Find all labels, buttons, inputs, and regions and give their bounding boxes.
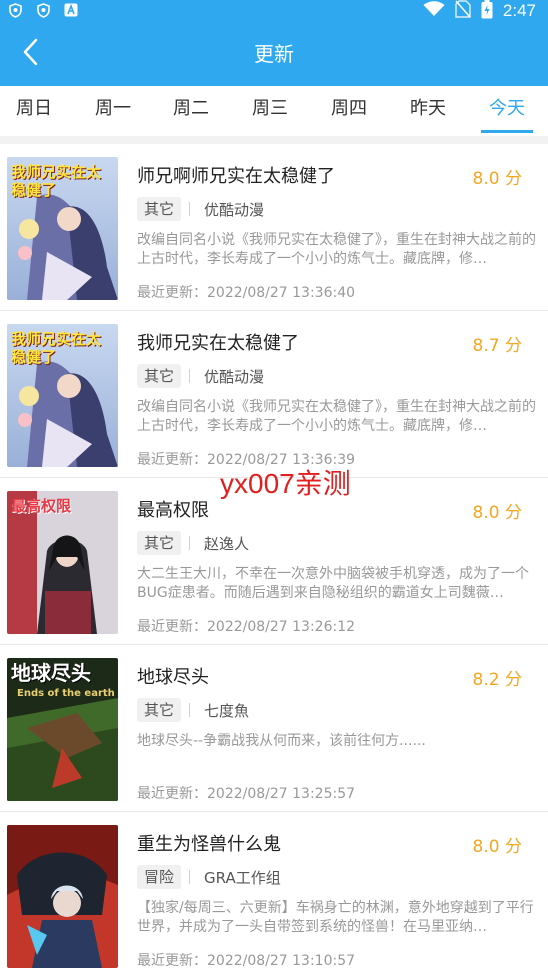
- item-title: 师兄啊师兄实在太稳健了: [137, 166, 335, 187]
- item-description: 【独家/每周三、六更新】车祸身亡的林渊，意外地穿越到了平行世界，并成为了一头自带…: [137, 900, 534, 935]
- tab-yesterday[interactable]: 昨天: [398, 86, 458, 132]
- cover-subtitle: Ends of the earth: [17, 688, 115, 699]
- status-bar: 2:47: [0, 0, 548, 22]
- cover-title: 最高权限: [11, 497, 72, 515]
- cover-image: 我师兄实在太稳健了: [7, 324, 118, 467]
- cover-image: 我师兄实在太稳健了: [7, 157, 118, 300]
- item-author: 优酷动漫: [204, 368, 265, 386]
- clock: 2:47: [502, 1, 536, 20]
- item-updated-time: 最近更新：2022/08/27 13:25:57: [137, 786, 356, 802]
- cover-image: 最高权限: [7, 491, 118, 634]
- back-arrow-icon: [22, 38, 38, 70]
- cover-title: 我师兄实在太稳健了: [11, 163, 102, 199]
- tab-monday[interactable]: 周一: [83, 86, 143, 132]
- item-author: 优酷动漫: [204, 201, 265, 219]
- tab-sunday[interactable]: 周日: [4, 86, 64, 132]
- tag-separator: [189, 703, 190, 717]
- watermark-text: yx007亲测: [220, 468, 351, 499]
- item-title: 重生为怪兽什么鬼: [137, 834, 281, 855]
- shield-icon: [8, 2, 22, 18]
- cover-title: 地球尽头: [11, 661, 91, 685]
- battery-charging-icon: [481, 0, 493, 23]
- item-title: 最高权限: [137, 500, 209, 521]
- genre-tag: 其它: [137, 698, 182, 722]
- genre-tag: 其它: [137, 364, 182, 388]
- item-updated-time: 最近更新：2022/08/27 13:10:57: [137, 953, 356, 969]
- shield-icon: [36, 2, 50, 18]
- item-score: 8.0 分: [472, 503, 522, 523]
- cover-title: 我师兄实在太稳健了: [11, 330, 102, 366]
- genre-tag: 其它: [137, 531, 182, 555]
- item-title: 我师兄实在太稳健了: [137, 333, 299, 354]
- list-item[interactable]: 我师兄实在太稳健了 师兄啊师兄实在太稳健了 8.0 分 其它 优酷动漫 改编自同…: [0, 144, 548, 311]
- item-author: 赵逸人: [204, 535, 250, 553]
- tab-tuesday[interactable]: 周二: [161, 86, 221, 132]
- genre-tag: 其它: [137, 197, 182, 221]
- list-item[interactable]: 我师兄实在太稳健了 我师兄实在太稳健了 8.7 分 其它 优酷动漫 改编自同名小…: [0, 311, 548, 478]
- item-description: 大二生王大川，不幸在一次意外中脑袋被手机穿透，成为了一个BUG症患者。而随后遇到…: [137, 566, 529, 601]
- tabs-divider: [0, 136, 548, 144]
- list-item[interactable]: 地球尽头 Ends of the earth 地球尽头 8.2 分 其它 七度魚…: [0, 645, 548, 812]
- tag-separator: [189, 870, 190, 884]
- tab-wednesday[interactable]: 周三: [240, 86, 300, 132]
- list-item[interactable]: 最高权限 最高权限 8.0 分 其它 赵逸人 大二生王大川，不幸在一次意外中脑袋…: [0, 478, 548, 645]
- page-title: 更新: [254, 42, 294, 66]
- item-score: 8.2 分: [472, 670, 522, 690]
- item-updated-time: 最近更新：2022/08/27 13:36:40: [137, 285, 356, 301]
- tag-separator: [189, 536, 190, 550]
- item-title: 地球尽头: [137, 667, 209, 688]
- app-bar: 更新: [0, 22, 548, 86]
- no-sim-icon: [455, 0, 471, 22]
- item-score: 8.0 分: [472, 837, 522, 857]
- item-description: 地球尽头--争霸战我从何而来，该前往何方......: [137, 733, 426, 749]
- item-author: GRA工作组: [204, 869, 281, 887]
- tab-today[interactable]: 今天: [477, 86, 537, 132]
- item-score: 8.0 分: [472, 169, 522, 189]
- tag-separator: [189, 369, 190, 383]
- back-button[interactable]: [10, 34, 50, 74]
- tag-separator: [189, 202, 190, 216]
- genre-tag: 冒险: [137, 865, 182, 889]
- a-badge-icon: [64, 2, 78, 18]
- cover-image: 地球尽头 Ends of the earth: [7, 658, 118, 801]
- active-tab-indicator: [481, 130, 533, 133]
- item-description: 改编自同名小说《我师兄实在太稳健了》，重生在封神大战之前的上古时代，李长寿成了一…: [137, 399, 536, 434]
- item-updated-time: 最近更新：2022/08/27 13:26:12: [137, 619, 356, 635]
- wifi-icon: [423, 1, 445, 21]
- tab-thursday[interactable]: 周四: [319, 86, 379, 132]
- item-description: 改编自同名小说《我师兄实在太稳健了》，重生在封神大战之前的上古时代，李长寿成了一…: [137, 232, 536, 267]
- item-score: 8.7 分: [472, 336, 522, 356]
- cover-image: [7, 825, 118, 968]
- list-item[interactable]: 重生为怪兽什么鬼 8.0 分 冒险 GRA工作组 【独家/每周三、六更新】车祸身…: [0, 812, 548, 979]
- item-author: 七度魚: [204, 702, 250, 720]
